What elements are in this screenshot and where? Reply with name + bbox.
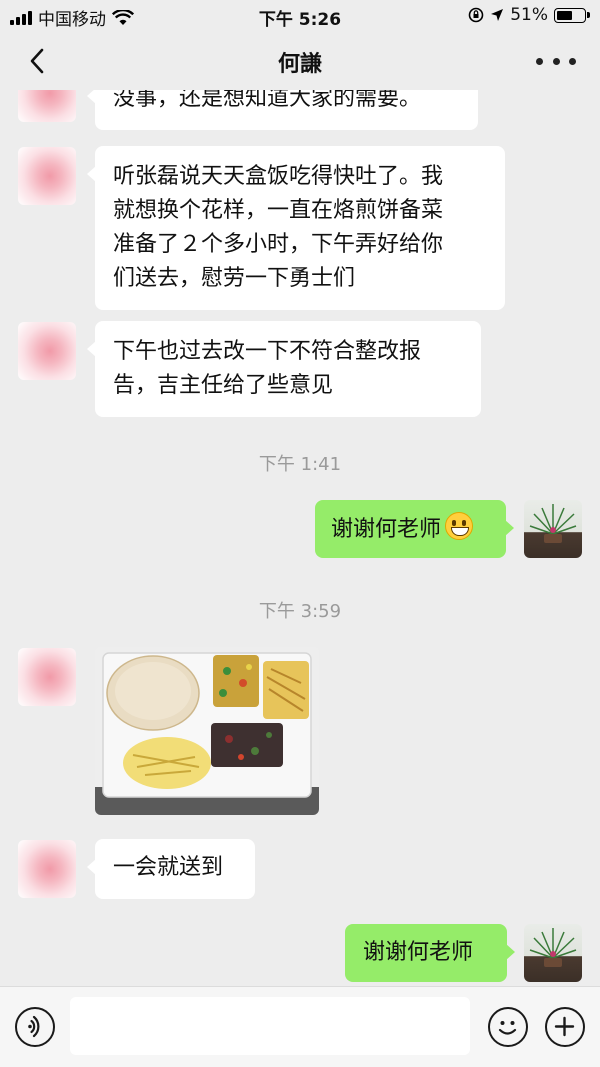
chat-title: 何謙: [277, 52, 322, 77]
contact-avatar[interactable]: [18, 147, 76, 205]
plant-icon: [529, 928, 577, 967]
message-line: 听张磊说天天盒饭吃得快吐了。我: [113, 164, 444, 189]
chat-scroll-area[interactable]: 没事，还是想知道大家的需要。 听张磊说天天盒饭吃得快吐了。我 就想换个花样，一直…: [0, 90, 600, 986]
message-line: 下午也过去改一下不符合整改报: [113, 339, 422, 364]
battery-percent: 51%: [510, 5, 548, 25]
chat-header: 何謙: [0, 32, 600, 90]
food-photo[interactable]: [95, 647, 319, 815]
message-bubble-sent[interactable]: 谢谢何老师: [315, 500, 514, 558]
user-avatar[interactable]: [524, 500, 582, 558]
message-line: 准备了２个多小时，下午弄好给你: [113, 232, 444, 257]
message-line: 们送去，慰劳一下勇士们: [113, 266, 356, 291]
orientation-lock-icon: [468, 7, 484, 23]
message-bubble-sent[interactable]: 谢谢何老师: [345, 924, 515, 982]
message-timestamp: 下午 3:59: [258, 601, 342, 622]
message-line: 就想换个花样，一直在烙煎饼备菜: [113, 198, 444, 223]
message-input[interactable]: [70, 997, 470, 1055]
status-bar: 中国移动 下午 5:26 51%: [0, 0, 600, 32]
message-text: 一会就送到: [113, 855, 224, 880]
grinning-face-icon: [445, 512, 474, 540]
message-bubble[interactable]: 没事，还是想知道大家的需要。: [87, 90, 478, 130]
emoji-icon[interactable]: [488, 1007, 528, 1047]
message-bubble[interactable]: 一会就送到: [87, 839, 255, 899]
contact-avatar[interactable]: [18, 840, 76, 898]
message-text: 谢谢何老师: [363, 940, 474, 965]
message-line: 告，吉主任给了些意见: [113, 373, 334, 398]
plant-icon: [529, 504, 577, 543]
contact-avatar[interactable]: [18, 648, 76, 706]
input-bar: [0, 986, 600, 1067]
contact-avatar[interactable]: [18, 322, 76, 380]
message-bubble[interactable]: 听张磊说天天盒饭吃得快吐了。我 就想换个花样，一直在烙煎饼备菜 准备了２个多小时…: [87, 146, 505, 310]
plus-icon[interactable]: [545, 1007, 585, 1047]
user-avatar[interactable]: [524, 924, 582, 982]
more-dots-icon[interactable]: [536, 46, 576, 76]
message-bubble[interactable]: 下午也过去改一下不符合整改报 告，吉主任给了些意见: [87, 321, 481, 417]
location-icon: [491, 9, 504, 21]
contact-avatar[interactable]: [18, 90, 76, 122]
message-text: 没事，还是想知道大家的需要。: [113, 90, 422, 111]
message-timestamp: 下午 1:41: [258, 454, 342, 475]
battery-icon: [554, 7, 590, 23]
voice-icon[interactable]: [15, 1007, 55, 1047]
message-text: 谢谢何老师: [331, 517, 442, 542]
